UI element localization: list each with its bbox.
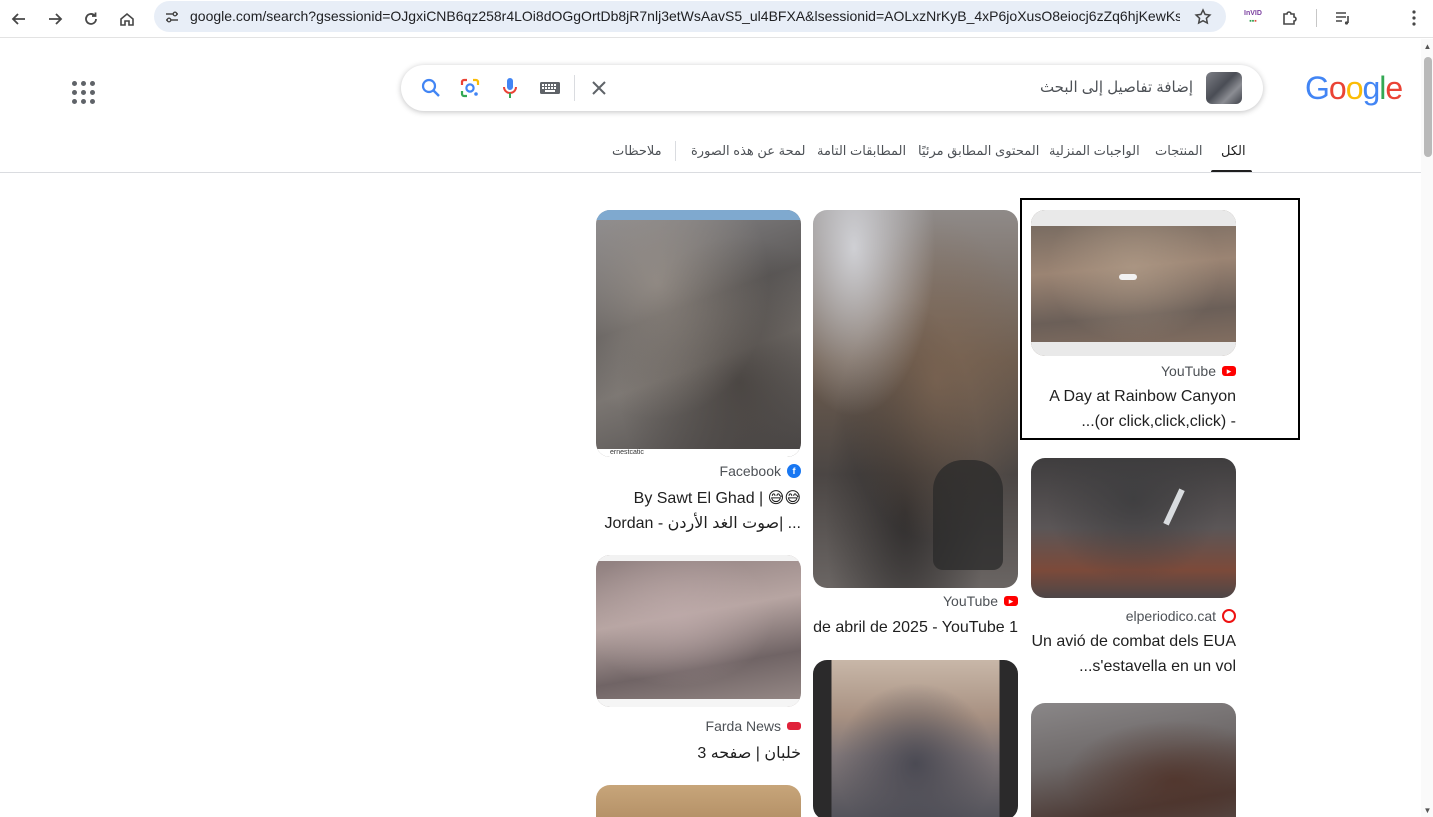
arrow-left-icon — [11, 13, 25, 25]
query-image-thumbnail[interactable] — [1206, 72, 1242, 104]
result-source[interactable]: YouTube ▸ — [1161, 363, 1236, 379]
result-thumbnail[interactable]: ernestcatic — [596, 210, 801, 457]
bookmark-star-icon[interactable] — [1192, 6, 1214, 28]
result-card[interactable]: ernestcatic Facebook f By Sawt El Ghad |… — [596, 210, 801, 535]
reload-icon — [85, 12, 97, 25]
result-title-line[interactable]: خلبان | صفحه 3 — [697, 743, 801, 763]
tab-all[interactable]: الكل — [1221, 143, 1246, 159]
tab-exact-matches[interactable]: المطابقات التامة — [817, 143, 906, 159]
result-card[interactable]: Farda News خلبان | صفحه 3 — [596, 555, 801, 765]
youtube-icon: ▸ — [1222, 366, 1236, 376]
reload-button[interactable] — [77, 5, 105, 33]
search-icon[interactable] — [419, 76, 443, 100]
result-thumbnail[interactable] — [596, 555, 801, 707]
address-bar[interactable]: google.com/search?gsessionid=OJgxiCNB6qz… — [154, 1, 1226, 32]
tab-feedback[interactable]: ملاحظات — [612, 143, 662, 159]
browser-toolbar: google.com/search?gsessionid=OJgxiCNB6qz… — [0, 0, 1433, 38]
google-apps-icon[interactable] — [66, 74, 96, 104]
elperiodico-icon — [1222, 609, 1236, 623]
tab-about-this-image[interactable]: لمحة عن هذه الصورة — [691, 143, 805, 159]
forward-button[interactable] — [41, 5, 69, 33]
search-box-divider — [574, 75, 575, 101]
browser-menu-icon[interactable] — [1401, 5, 1427, 31]
result-source-name: Farda News — [705, 718, 781, 734]
tabs-bottom-border — [0, 172, 1421, 173]
virtual-keyboard-icon[interactable] — [538, 76, 562, 100]
result-title-line[interactable]: By Sawt El Ghad | 😅😅 — [634, 488, 801, 508]
arrow-right-icon — [49, 13, 63, 25]
home-button[interactable] — [113, 5, 141, 33]
result-source-name: YouTube — [1160, 363, 1216, 379]
extensions-puzzle-icon[interactable] — [1277, 5, 1303, 31]
tab-visual-matches[interactable]: المحتوى المطابق مرئيًا — [918, 143, 1039, 159]
result-source-name: YouTube — [942, 593, 998, 609]
media-queue-icon[interactable] — [1330, 5, 1356, 31]
result-title-line[interactable]: ...s'estavella en un vol — [1079, 658, 1236, 676]
tab-homework[interactable]: الواجبات المنزلية — [1049, 143, 1140, 159]
clear-search-close-icon[interactable] — [587, 76, 611, 100]
result-thumbnail[interactable] — [813, 660, 1018, 817]
search-input[interactable]: إضافة تفاصيل إلى البحث — [1040, 78, 1193, 96]
invid-extension-icon[interactable]: InVID ▪▪▪ — [1240, 5, 1266, 31]
toolbar-divider — [1316, 9, 1317, 27]
result-source-name: Facebook — [719, 463, 781, 479]
google-logo[interactable]: Google — [1305, 70, 1403, 107]
result-thumbnail[interactable] — [1031, 458, 1236, 598]
result-card[interactable] — [813, 660, 1018, 817]
thumbnail-caption: ernestcatic — [596, 449, 801, 457]
facebook-icon: f — [787, 464, 801, 478]
result-source[interactable]: Facebook f — [720, 463, 801, 479]
result-source[interactable]: elperiodico.cat — [1126, 608, 1236, 624]
result-title-line[interactable]: ...(or click,click,click) - — [1081, 413, 1236, 431]
url-text[interactable]: google.com/search?gsessionid=OJgxiCNB6qz… — [190, 8, 1180, 24]
result-source-name: elperiodico.cat — [1125, 608, 1216, 624]
result-thumbnail[interactable] — [1031, 703, 1236, 817]
tab-products[interactable]: المنتجات — [1155, 143, 1203, 159]
result-card[interactable]: YouTube ▸ A Day at Rainbow Canyon ...(or… — [1031, 210, 1236, 435]
back-button[interactable] — [5, 5, 33, 33]
fardanews-icon — [787, 722, 801, 730]
result-source[interactable]: Farda News — [706, 718, 801, 734]
result-card[interactable]: YouTube ▸ de abril de 2025 - YouTube 1 — [813, 210, 1018, 640]
result-card[interactable]: elperiodico.cat Un avió de combat dels E… — [1031, 458, 1236, 683]
voice-search-mic-icon[interactable] — [498, 76, 522, 100]
home-icon — [120, 12, 134, 26]
result-title-line[interactable]: Un avió de combat dels EUA — [1031, 633, 1236, 651]
result-title-line[interactable]: de abril de 2025 - YouTube 1 — [813, 619, 1018, 637]
youtube-icon: ▸ — [1004, 596, 1018, 606]
result-thumbnail[interactable] — [813, 210, 1018, 588]
result-title-line[interactable]: Jordan - صوت الغد الأردن| ... — [605, 513, 802, 533]
search-box[interactable]: إضافة تفاصيل إلى البحث — [401, 65, 1263, 111]
scroll-up-arrow[interactable]: ▲ — [1423, 42, 1432, 51]
tabs-divider — [675, 141, 676, 161]
extension-label: InVID — [1244, 10, 1262, 17]
result-title-line[interactable]: A Day at Rainbow Canyon — [1049, 388, 1236, 406]
result-thumbnail[interactable] — [596, 785, 801, 817]
result-thumbnail[interactable] — [1031, 210, 1236, 356]
google-lens-icon[interactable] — [458, 76, 482, 100]
scroll-down-arrow[interactable]: ▼ — [1423, 806, 1432, 815]
site-info-icon[interactable] — [162, 7, 182, 27]
scrollbar-thumb[interactable] — [1424, 57, 1432, 157]
result-source[interactable]: YouTube ▸ — [943, 593, 1018, 609]
result-card[interactable] — [1031, 703, 1236, 817]
result-card[interactable] — [596, 785, 801, 817]
